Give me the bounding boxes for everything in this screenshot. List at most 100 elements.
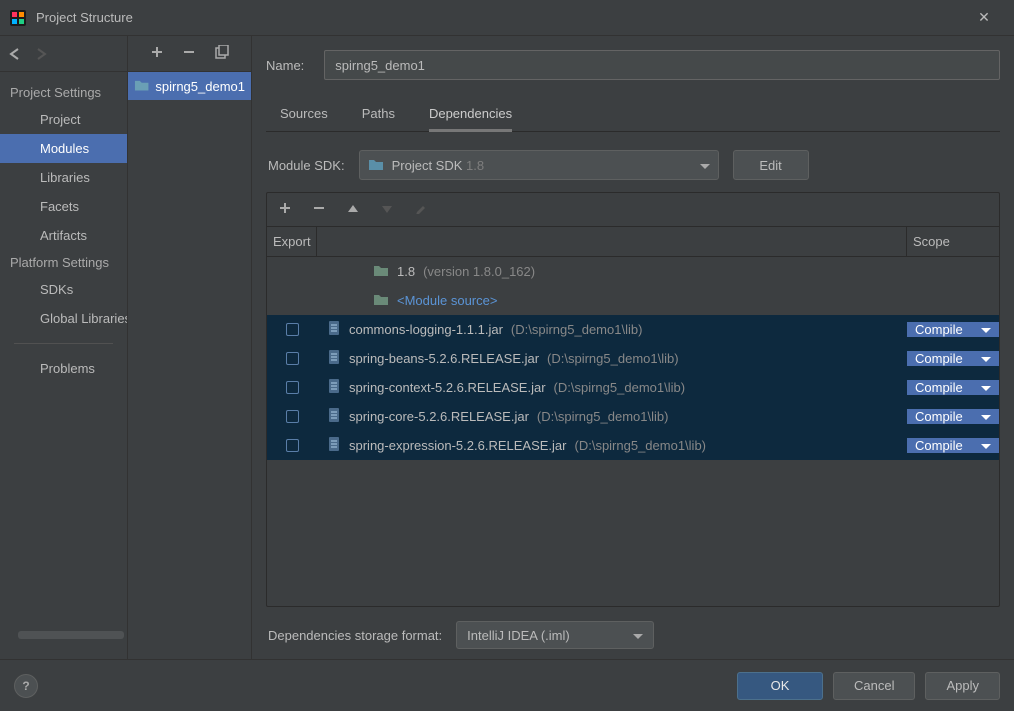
back-icon[interactable] — [8, 48, 22, 60]
dep-add-icon[interactable] — [279, 202, 291, 217]
scope-dropdown[interactable]: Compile — [907, 351, 999, 366]
dependency-name: <Module source> — [397, 293, 497, 308]
name-label: Name: — [266, 58, 304, 73]
col-scope-header: Scope — [907, 227, 999, 256]
module-tabs: Sources Paths Dependencies — [266, 98, 1000, 132]
horizontal-scrollbar[interactable] — [18, 631, 124, 639]
cancel-button[interactable]: Cancel — [833, 672, 915, 700]
module-toolbar — [128, 36, 251, 72]
sidebar-item-libraries[interactable]: Libraries — [0, 163, 127, 192]
scope-value: Compile — [915, 409, 963, 424]
module-sdk-dropdown[interactable]: Project SDK 1.8 — [359, 150, 719, 180]
sidebar-item-sdks[interactable]: SDKs — [0, 275, 127, 304]
section-platform-settings: Platform Settings — [0, 250, 127, 275]
module-item-selected[interactable]: spirng5_demo1 — [128, 72, 251, 100]
dependency-row[interactable]: spring-core-5.2.6.RELEASE.jar (D:\spirng… — [267, 402, 999, 431]
scope-value: Compile — [915, 380, 963, 395]
dep-up-icon[interactable] — [347, 202, 359, 217]
dependency-location: (D:\spirng5_demo1\lib) — [554, 380, 686, 395]
settings-sidebar: Project Settings ProjectModulesLibraries… — [0, 36, 128, 659]
sidebar-item-modules[interactable]: Modules — [0, 134, 127, 163]
tab-sources[interactable]: Sources — [280, 98, 328, 131]
scope-dropdown[interactable]: Compile — [907, 409, 999, 424]
chevron-down-icon — [633, 628, 643, 643]
dependency-location: (D:\spirng5_demo1\lib) — [575, 438, 707, 453]
dependency-row[interactable]: 1.8 (version 1.8.0_162) — [267, 257, 999, 286]
dependencies-panel: Export Scope 1.8 (version 1.8.0_162) <Mod… — [266, 192, 1000, 607]
ok-button[interactable]: OK — [737, 672, 823, 700]
sidebar-nav-toolbar — [0, 36, 127, 72]
module-name: spirng5_demo1 — [155, 79, 245, 94]
dep-edit-icon — [415, 202, 427, 217]
jar-icon — [327, 436, 341, 455]
col-main-header — [317, 227, 907, 256]
tab-paths[interactable]: Paths — [362, 98, 395, 131]
section-project-settings: Project Settings — [0, 80, 127, 105]
remove-icon[interactable] — [183, 46, 195, 61]
dependency-suffix: (version 1.8.0_162) — [423, 264, 535, 279]
help-button[interactable]: ? — [14, 674, 38, 698]
forward-icon — [34, 48, 48, 60]
sidebar-item-facets[interactable]: Facets — [0, 192, 127, 221]
sidebar-item-artifacts[interactable]: Artifacts — [0, 221, 127, 250]
dependency-location: (D:\spirng5_demo1\lib) — [511, 322, 643, 337]
dependency-name: spring-expression-5.2.6.RELEASE.jar — [349, 438, 567, 453]
dependency-row[interactable]: <Module source> — [267, 286, 999, 315]
chevron-down-icon[interactable] — [981, 438, 991, 453]
tab-dependencies[interactable]: Dependencies — [429, 98, 512, 131]
folder-icon — [373, 292, 389, 309]
scope-dropdown[interactable]: Compile — [907, 322, 999, 337]
dep-down-icon — [381, 202, 393, 217]
module-name-input[interactable] — [324, 50, 1000, 80]
close-icon[interactable]: ✕ — [964, 9, 1004, 26]
module-detail-panel: Name: Sources Paths Dependencies Module SD… — [252, 36, 1014, 659]
window-title: Project Structure — [36, 10, 964, 25]
app-logo-icon — [10, 10, 26, 26]
sdk-folder-icon — [368, 157, 384, 174]
scope-dropdown[interactable]: Compile — [907, 438, 999, 453]
dependency-name: 1.8 — [397, 264, 415, 279]
dependency-name: spring-beans-5.2.6.RELEASE.jar — [349, 351, 539, 366]
add-icon[interactable] — [151, 46, 163, 61]
edit-sdk-button[interactable]: Edit — [733, 150, 809, 180]
sdk-label: Module SDK: — [268, 158, 345, 173]
module-list-panel: spirng5_demo1 — [128, 36, 252, 659]
folder-icon — [373, 263, 389, 280]
export-checkbox[interactable] — [286, 381, 299, 394]
jar-icon — [327, 320, 341, 339]
sidebar-item-project[interactable]: Project — [0, 105, 127, 134]
export-checkbox[interactable] — [286, 323, 299, 336]
sidebar-item-global-libraries[interactable]: Global Libraries — [0, 304, 127, 333]
dependency-row[interactable]: spring-expression-5.2.6.RELEASE.jar (D:\… — [267, 431, 999, 460]
scope-dropdown[interactable]: Compile — [907, 380, 999, 395]
sdk-value: Project SDK 1.8 — [392, 158, 692, 173]
chevron-down-icon[interactable] — [981, 322, 991, 337]
export-checkbox[interactable] — [286, 410, 299, 423]
dependency-name: commons-logging-1.1.1.jar — [349, 322, 503, 337]
jar-icon — [327, 378, 341, 397]
dependency-row[interactable]: spring-context-5.2.6.RELEASE.jar (D:\spi… — [267, 373, 999, 402]
apply-button[interactable]: Apply — [925, 672, 1000, 700]
dependency-location: (D:\spirng5_demo1\lib) — [537, 409, 669, 424]
divider — [14, 343, 113, 344]
titlebar: Project Structure ✕ — [0, 0, 1014, 36]
chevron-down-icon[interactable] — [981, 409, 991, 424]
copy-icon[interactable] — [215, 45, 229, 62]
sidebar-item-problems[interactable]: Problems — [0, 354, 127, 383]
chevron-down-icon[interactable] — [981, 351, 991, 366]
col-export-header: Export — [267, 227, 317, 256]
scope-value: Compile — [915, 322, 963, 337]
export-checkbox[interactable] — [286, 352, 299, 365]
dep-remove-icon[interactable] — [313, 202, 325, 217]
dependency-row[interactable]: commons-logging-1.1.1.jar (D:\spirng5_de… — [267, 315, 999, 344]
dependency-name: spring-context-5.2.6.RELEASE.jar — [349, 380, 546, 395]
jar-icon — [327, 349, 341, 368]
chevron-down-icon[interactable] — [981, 380, 991, 395]
dependency-row[interactable]: spring-beans-5.2.6.RELEASE.jar (D:\spirn… — [267, 344, 999, 373]
storage-label: Dependencies storage format: — [268, 628, 442, 643]
storage-format-dropdown[interactable]: IntelliJ IDEA (.iml) — [456, 621, 654, 649]
chevron-down-icon — [700, 158, 710, 173]
dependency-location: (D:\spirng5_demo1\lib) — [547, 351, 679, 366]
export-checkbox[interactable] — [286, 439, 299, 452]
jar-icon — [327, 407, 341, 426]
